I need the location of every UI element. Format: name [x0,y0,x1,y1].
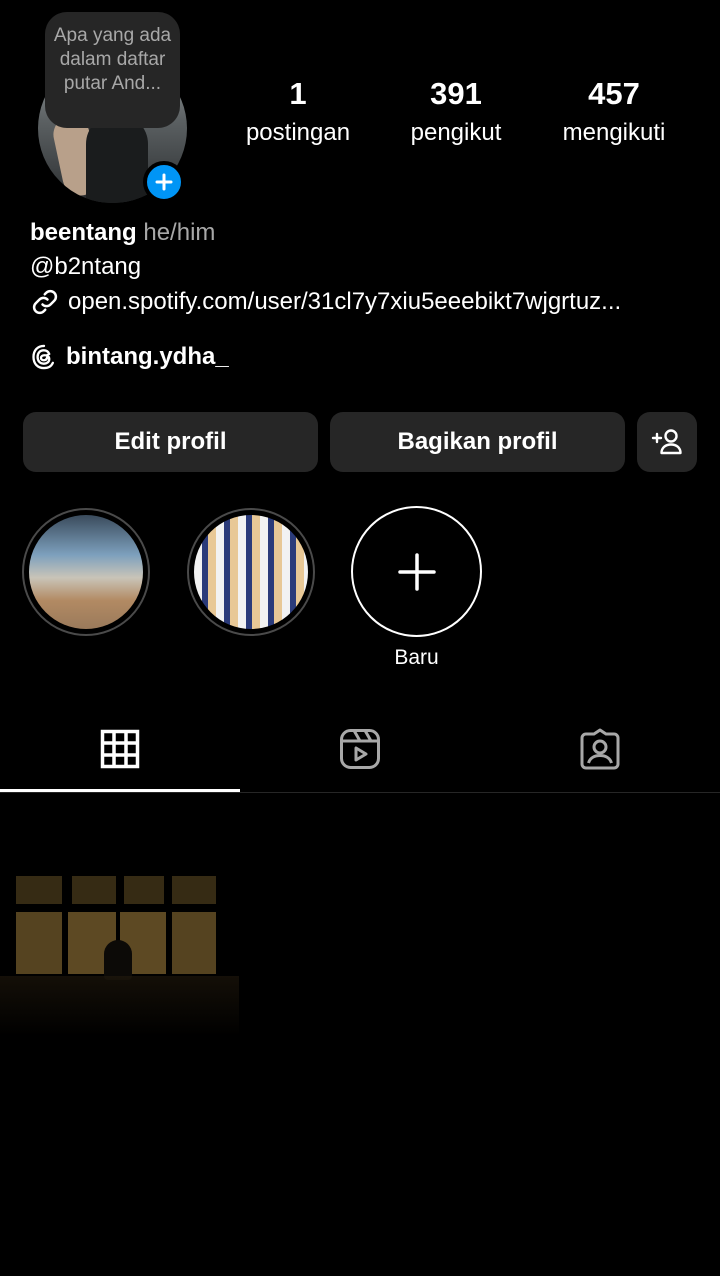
plus-icon [397,552,436,591]
highlight-cover [29,515,143,629]
tagged-icon [580,728,620,770]
share-profile-label: Bagikan profil [397,428,558,455]
name-row: beentang he/him [30,218,215,248]
story-highlight[interactable] [22,508,150,636]
pronouns: he/him [143,219,216,246]
note-bubble[interactable]: Apa yang ada dalam daftar putar And... [45,12,180,128]
add-story-button[interactable] [143,161,185,203]
tab-tagged[interactable] [480,705,720,793]
posts-label: postingan [245,119,351,146]
tab-posts-grid[interactable] [0,705,240,793]
grid-icon [100,729,140,769]
threads-badge[interactable]: bintang.ydha_ [30,342,229,372]
display-name: beentang [30,219,137,246]
post-thumbnail[interactable] [0,794,239,1113]
following-count: 457 [588,76,640,111]
discover-people-button[interactable] [637,412,697,472]
link-text: open.spotify.com/user/31cl7y7xiu5eeebikt… [68,288,622,315]
edit-profile-label: Edit profil [114,428,227,455]
stat-followers[interactable]: 391 pengikut [381,76,531,150]
highlight-cover [194,515,308,629]
story-highlight[interactable] [187,508,315,636]
handle: @b2ntang [30,253,142,280]
followers-label: pengikut [410,119,502,146]
new-highlight-label: Baru [394,646,439,669]
new-highlight-button[interactable] [351,506,482,637]
threads-icon [32,344,55,370]
share-profile-button[interactable]: Bagikan profil [330,412,625,472]
tab-reels[interactable] [240,705,480,793]
add-person-icon [651,429,682,455]
following-label: mengikuti [562,119,666,146]
tabs-divider [0,792,720,793]
posts-count: 1 [289,76,307,111]
edit-profile-button[interactable]: Edit profil [23,412,318,472]
bio-link[interactable]: open.spotify.com/user/31cl7y7xiu5eeebikt… [30,287,700,317]
stat-posts[interactable]: 1 postingan [223,76,373,150]
stat-following[interactable]: 457 mengikuti [539,76,689,150]
threads-username: bintang.ydha_ [66,343,229,370]
link-icon [32,289,58,315]
note-text: Apa yang ada dalam daftar putar And... [53,25,172,94]
plus-icon [155,173,173,191]
reels-icon [340,729,380,769]
followers-count: 391 [430,76,482,111]
